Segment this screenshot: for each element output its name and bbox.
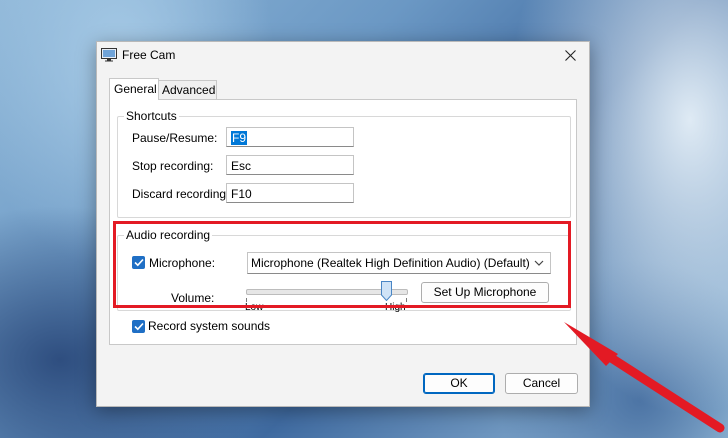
record-system-sounds-checkbox[interactable]: [132, 320, 145, 333]
general-tab-panel: Shortcuts Pause/Resume: F9 Stop recordin…: [109, 99, 577, 345]
volume-tick-high: [406, 298, 407, 302]
volume-label: Volume:: [171, 291, 215, 305]
monitor-icon: [101, 48, 117, 62]
discard-recording-label: Discard recording:: [132, 187, 230, 201]
microphone-label: Microphone:: [149, 256, 216, 270]
close-button[interactable]: [557, 44, 583, 66]
shortcuts-group: Shortcuts Pause/Resume: F9 Stop recordin…: [117, 109, 571, 218]
chevron-down-icon: [534, 260, 544, 266]
pause-resume-label: Pause/Resume:: [132, 131, 218, 145]
record-system-sounds-label: Record system sounds: [148, 319, 271, 333]
volume-low-label: Low: [245, 302, 264, 313]
volume-high-label: High: [385, 302, 406, 313]
shortcuts-group-title: Shortcuts: [124, 109, 179, 123]
volume-slider-thumb[interactable]: [381, 281, 393, 301]
microphone-checkbox[interactable]: [132, 256, 145, 269]
tab-general[interactable]: General: [109, 78, 159, 100]
microphone-device-select[interactable]: Microphone (Realtek High Definition Audi…: [247, 252, 551, 274]
ok-button[interactable]: OK: [423, 373, 495, 394]
discard-recording-field[interactable]: F10: [226, 183, 354, 203]
close-icon: [564, 49, 576, 61]
microphone-device-value: Microphone (Realtek High Definition Audi…: [251, 256, 530, 270]
stop-recording-field[interactable]: Esc: [226, 155, 354, 175]
checkmark-icon: [133, 322, 144, 331]
red-arrow-annotation: [564, 322, 725, 433]
free-cam-dialog: Free Cam General Advanced Shortcuts Paus…: [96, 41, 590, 407]
audio-recording-group-title: Audio recording: [124, 228, 213, 242]
title-bar[interactable]: Free Cam: [97, 42, 589, 68]
stop-recording-label: Stop recording:: [132, 159, 214, 173]
checkmark-icon: [133, 258, 144, 267]
pause-resume-value: F9: [231, 131, 248, 145]
tab-advanced[interactable]: Advanced: [157, 80, 217, 99]
audio-recording-group: Audio recording Microphone: Microphone (…: [117, 228, 571, 313]
window-title: Free Cam: [122, 48, 176, 62]
set-up-microphone-button[interactable]: Set Up Microphone: [421, 282, 549, 303]
pause-resume-field[interactable]: F9: [226, 127, 354, 147]
